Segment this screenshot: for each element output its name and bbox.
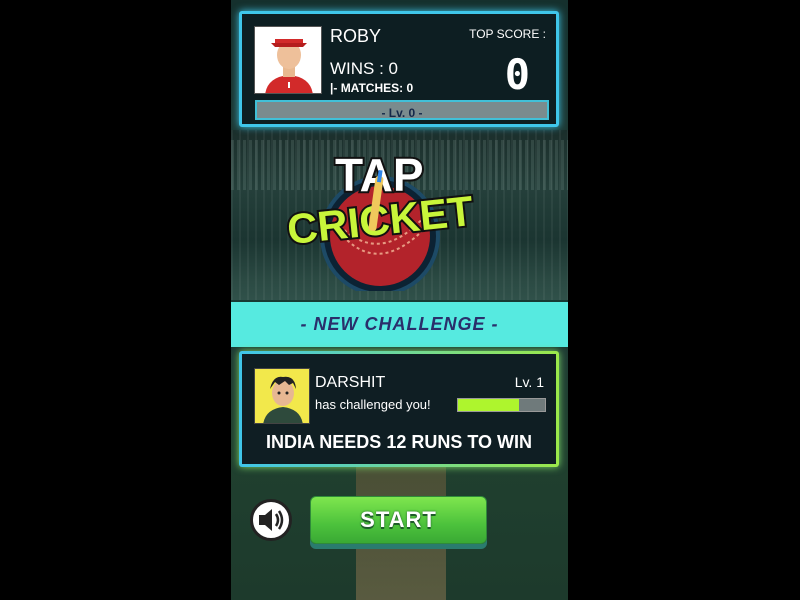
start-button-label: START bbox=[360, 507, 437, 532]
top-score-label: TOP SCORE : bbox=[469, 27, 546, 41]
tap-cricket-logo: TAP CRICKET bbox=[283, 136, 515, 296]
matches-count: |- MATCHES: 0 bbox=[330, 81, 414, 95]
level-label: - Lv. 0 - bbox=[381, 106, 423, 120]
player-name: ROBY bbox=[330, 26, 382, 46]
level-bar: - Lv. 0 - bbox=[255, 100, 549, 120]
new-challenge-label: - NEW CHALLENGE - bbox=[300, 314, 499, 334]
challenge-subtitle: has challenged you! bbox=[315, 397, 431, 412]
challenge-target: INDIA NEEDS 12 RUNS TO WIN bbox=[265, 432, 533, 452]
game-screen: ROBY WINS : 0 |- MATCHES: 0 TOP SCORE : … bbox=[231, 0, 568, 600]
challenger-avatar bbox=[254, 368, 310, 424]
top-score-value: 0 bbox=[504, 50, 530, 99]
sound-toggle-button[interactable] bbox=[250, 499, 292, 541]
wins-count: WINS : 0 bbox=[330, 59, 399, 78]
challenger-progress-fill bbox=[458, 399, 519, 411]
challenger-progress-bar bbox=[457, 398, 546, 412]
challenge-card[interactable]: DARSHIT has challenged you! Lv. 1 INDIA … bbox=[239, 351, 559, 467]
new-challenge-banner: - NEW CHALLENGE - bbox=[231, 302, 568, 347]
speaker-icon bbox=[259, 509, 284, 531]
player-profile-card: ROBY WINS : 0 |- MATCHES: 0 TOP SCORE : … bbox=[239, 11, 559, 127]
player-avatar bbox=[254, 26, 322, 94]
start-button[interactable]: START bbox=[310, 496, 487, 544]
challenger-level: Lv. 1 bbox=[514, 374, 544, 390]
challenger-name: DARSHIT bbox=[315, 374, 386, 391]
